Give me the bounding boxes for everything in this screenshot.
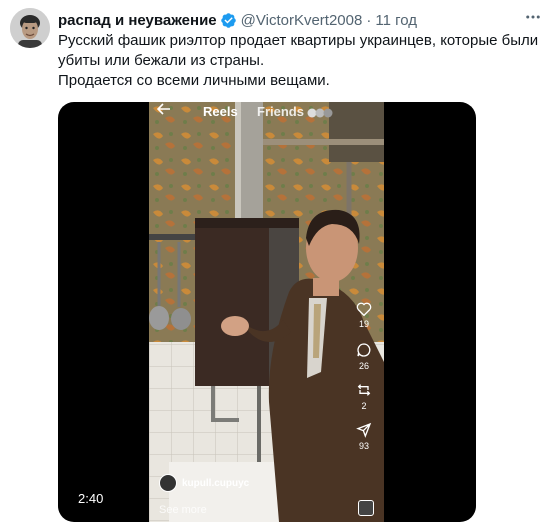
timestamp[interactable]: 11 год — [375, 12, 417, 29]
tweet-text-line-2: Продается со всеми личными вещами. — [58, 72, 330, 89]
avatar-image — [10, 8, 50, 48]
repost-count: 2 — [361, 401, 367, 411]
share-count: 93 — [358, 441, 369, 451]
like-action[interactable]: 19 — [352, 302, 376, 342]
tweet-header: распад и неуважение @VictorKvert2008 · 1… — [58, 10, 547, 30]
back-arrow-icon[interactable] — [156, 102, 171, 119]
video-player[interactable]: Reels Friends 19 26 2 93 kupull.cupuyc S… — [58, 102, 476, 522]
reel-account[interactable]: kupull.cupuyc — [159, 474, 249, 492]
repost-icon — [357, 384, 371, 396]
tweet-text: Русский фашик риэлтор продает квартиры у… — [58, 31, 548, 91]
share-icon — [356, 422, 372, 438]
video-duration: 2:40 — [78, 491, 104, 506]
separator-dot: · — [366, 11, 372, 29]
reels-action-rail: 19 26 2 93 — [352, 302, 376, 462]
tweet: распад и неуважение @VictorKvert2008 · 1… — [0, 0, 557, 529]
video-scene — [149, 102, 384, 522]
tweet-text-line-1: Русский фашик риэлтор продает квартиры у… — [58, 32, 539, 69]
friends-avatars-icon — [307, 106, 337, 121]
reels-top-bar: Reels Friends — [149, 102, 384, 122]
avatar[interactable] — [10, 8, 50, 48]
audio-thumbnail-icon[interactable] — [358, 500, 374, 516]
see-more-link[interactable]: See more — [159, 504, 207, 516]
repost-action[interactable]: 2 — [352, 382, 376, 422]
verified-badge-icon — [220, 12, 237, 29]
account-avatar — [159, 474, 177, 492]
more-icon[interactable] — [521, 8, 545, 32]
display-name[interactable]: распад и неуважение — [58, 12, 217, 29]
comment-action[interactable]: 26 — [352, 342, 376, 382]
share-action[interactable]: 93 — [352, 422, 376, 462]
comment-icon — [357, 343, 371, 357]
account-name: kupull.cupuyc — [182, 477, 250, 489]
like-count: 19 — [358, 319, 369, 329]
comment-count: 26 — [358, 361, 369, 371]
video-frame: Reels Friends 19 26 2 93 kupull.cupuyc S… — [149, 102, 384, 522]
tab-reels[interactable]: Reels — [203, 104, 238, 119]
tab-friends[interactable]: Friends — [257, 104, 304, 119]
heart-icon — [356, 302, 372, 316]
user-handle[interactable]: @VictorKvert2008 — [241, 12, 363, 29]
